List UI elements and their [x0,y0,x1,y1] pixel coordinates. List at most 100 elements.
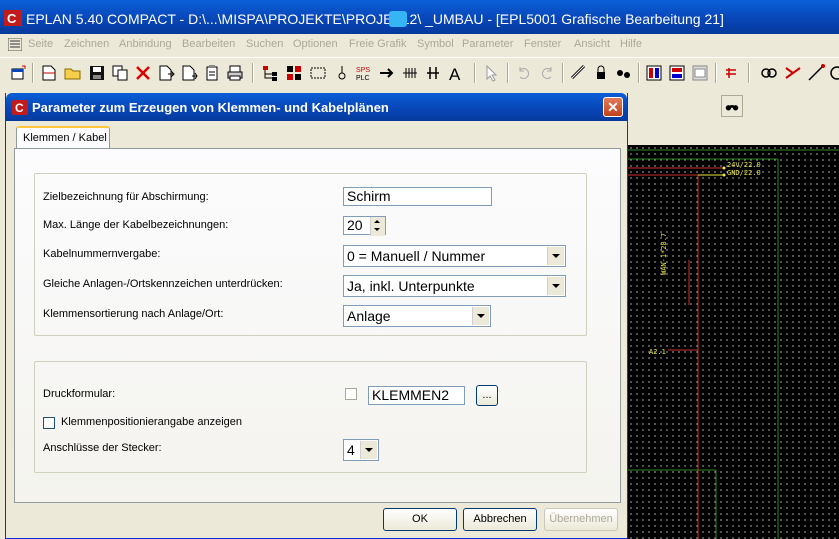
connectors-select[interactable]: 4 [343,439,379,461]
delete-icon[interactable] [134,64,152,82]
line-icon[interactable] [807,64,825,82]
menu-hilfe[interactable]: Hilfe [620,38,642,50]
link-icon[interactable] [760,64,778,82]
shield-label: Zielbezeichnung für Abschirmung: [43,191,209,203]
drawing-label-a2: A2.1 [649,348,666,356]
toolbar-separator [715,63,717,83]
symbol-icon[interactable] [333,64,351,82]
ruler-icon[interactable] [570,64,588,82]
chevron-down-icon[interactable] [547,247,564,265]
menu-suchen[interactable]: Suchen [246,38,283,50]
drawing-canvas[interactable]: 24V/22.0 GND/22.0 WAN-1*28.7 A2.1 [628,145,839,539]
secondary-toolbar [628,88,839,118]
dialog-titlebar[interactable]: C Parameter zum Erzeugen von Klemmen- un… [6,93,627,121]
toolbar-separator [32,63,34,83]
binoculars-icon[interactable] [721,95,743,117]
tab-klemmen-kabel[interactable]: Klemmen / Kabel [16,126,110,148]
menu-bearbeiten[interactable]: Bearbeiten [182,38,235,50]
page-out-icon[interactable] [180,64,198,82]
svg-text:C: C [15,101,24,115]
tab-panel: Zielbezeichnung für Abschirmung: Schirm … [14,148,621,503]
menu-parameter[interactable]: Parameter [462,38,513,50]
sps-icon[interactable]: SPS PLC [355,64,373,82]
numbering-label: Kabelnummernvergabe: [43,248,161,260]
save-icon[interactable] [88,64,106,82]
sorting-select[interactable]: Anlage [343,305,491,327]
menu-freie-grafik[interactable]: Freie Grafik [349,38,406,50]
position-checkbox[interactable] [43,417,55,429]
menu-bar: Seite Zeichnen Anbindung Bearbeiten Such… [0,34,839,56]
clipboard-icon[interactable] [203,64,221,82]
form-label: Druckformular: [43,388,116,400]
menu-seite[interactable]: Seite [28,38,53,50]
lock-icon[interactable] [592,64,610,82]
schematic-drawing [628,149,839,539]
toolbar-separator [638,63,640,83]
suppress-select[interactable]: Ja, inkl. Unterpunkte [343,275,566,297]
spin-arrows-icon[interactable] [370,217,385,236]
structure-icon[interactable] [285,64,303,82]
maxlen-stepper[interactable]: 20 [343,216,386,236]
numbering-select[interactable]: 0 = Manuell / Nummer [343,245,566,267]
connectors-value: 4 [347,442,355,458]
group-icon[interactable] [615,64,633,82]
circle-icon[interactable] [828,64,839,82]
system-menu-icon[interactable] [8,38,22,51]
toolbar-separator [748,63,750,83]
frame-icon[interactable] [309,64,327,82]
window-icon[interactable] [691,64,709,82]
window-titlebar[interactable]: C EPLAN 5.40 COMPACT - D:\...\MISPA\PROJ… [0,0,839,34]
form-input[interactable]: KLEMMEN2 [368,386,465,405]
sorting-label: Klemmensortierung nach Anlage/Ort: [43,308,224,320]
chevron-down-icon[interactable] [360,441,377,459]
copy-icon[interactable] [111,64,129,82]
drawing-label-24v: 24V/22.0 [727,161,761,169]
plc-icon[interactable] [645,64,663,82]
svg-text:A: A [449,65,461,82]
open-folder-icon[interactable] [64,64,82,82]
chevron-down-icon[interactable] [547,277,564,295]
new-page-icon[interactable] [40,64,58,82]
menu-symbol[interactable]: Symbol [417,38,454,50]
crosshair-icon[interactable] [784,64,802,82]
chevron-down-icon[interactable] [472,307,489,325]
shield-input[interactable]: Schirm [343,187,492,206]
connectors-label: Anschlüsse der Stecker: [43,442,162,454]
apply-button[interactable]: Übernehmen [544,508,618,531]
dialog-title: Parameter zum Erzeugen von Klemmen- und … [32,100,389,115]
ok-button[interactable]: OK [383,508,457,531]
text-icon[interactable]: A [447,64,465,82]
connector-icon[interactable] [424,64,442,82]
page-in-icon[interactable] [157,64,175,82]
window-title: EPLAN 5.40 COMPACT - D:\...\MISPA\PROJEK… [26,11,724,27]
menu-anbindung[interactable]: Anbindung [119,38,172,50]
tree-icon[interactable] [261,64,279,82]
tab-label: Klemmen / Kabel [23,132,107,144]
svg-text:SPS: SPS [356,67,370,74]
terminal-strip-icon[interactable] [401,64,419,82]
cancel-button[interactable]: Abbrechen [463,508,537,531]
form-checkbox[interactable] [345,388,357,400]
suppress-value: Ja, inkl. Unterpunkte [347,278,475,294]
undo-icon[interactable] [515,64,533,82]
main-toolbar: SPS PLC A [0,57,839,88]
menu-optionen[interactable]: Optionen [293,38,338,50]
print-icon[interactable] [226,64,244,82]
arrow-right-icon[interactable] [378,64,396,82]
redo-icon[interactable] [538,64,556,82]
close-button[interactable]: ✕ [603,97,623,117]
maxlen-label: Max. Länge der Kabelbezeichnungen: [43,219,229,231]
parameter-dialog: C Parameter zum Erzeugen von Klemmen- un… [5,93,628,539]
menu-ansicht[interactable]: Ansicht [574,38,610,50]
browse-button[interactable]: ... [476,385,498,406]
menu-fenster[interactable]: Fenster [524,38,561,50]
red-icon[interactable] [722,64,740,82]
menu-zeichnen[interactable]: Zeichnen [64,38,109,50]
new-window-icon[interactable] [10,64,28,82]
suppress-label: Gleiche Anlagen-/Ortskennzeichen unterdr… [43,278,283,290]
pointer-icon[interactable] [483,64,501,82]
macro-icon[interactable] [668,64,686,82]
title-highlight-patch [389,11,407,27]
position-label: Klemmenpositionierangabe anzeigen [61,416,243,428]
cable-settings-group: Zielbezeichnung für Abschirmung: Schirm … [34,173,587,336]
